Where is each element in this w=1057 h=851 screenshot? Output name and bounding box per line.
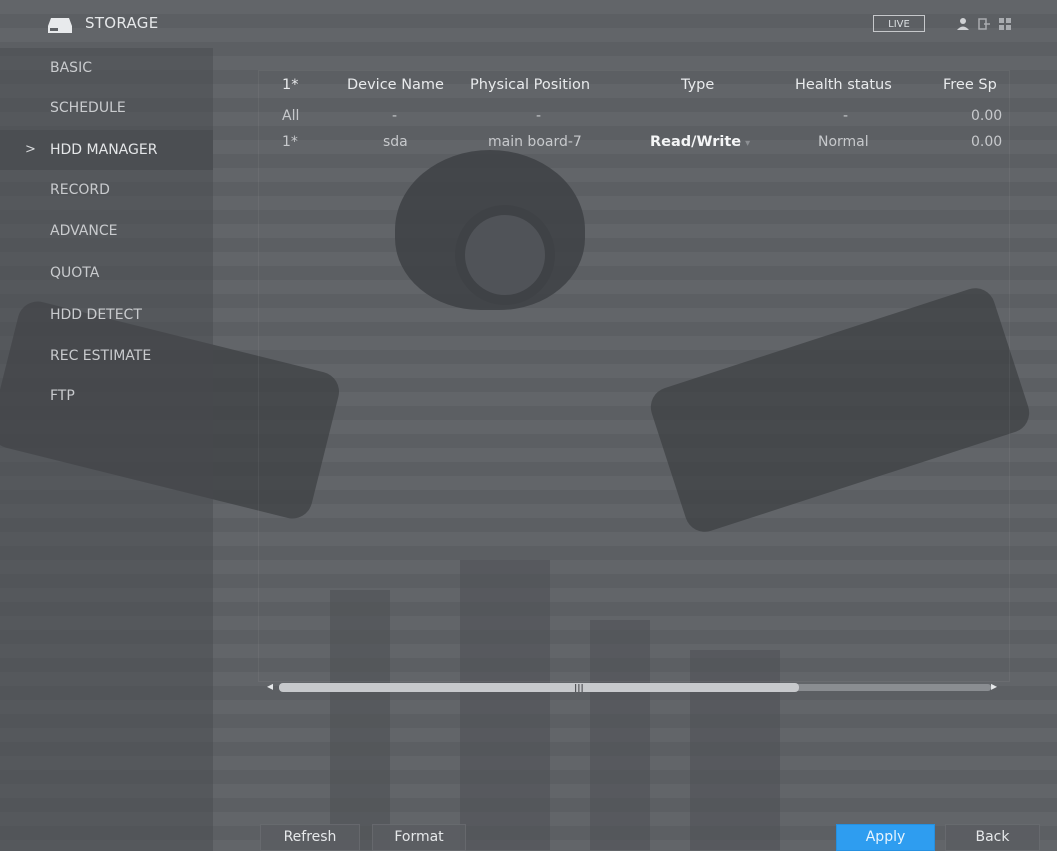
storage-window: STORAGE LIVE BASIC SCHEDULE > HDD MANAGE… (0, 0, 1057, 851)
row-physical-position: - (536, 108, 542, 124)
sidebar: BASIC SCHEDULE > HDD MANAGER RECORD ADVA… (0, 48, 213, 851)
chevron-right-icon: > (25, 142, 36, 157)
scrollbar-thumb[interactable]: III (279, 682, 799, 695)
scrollbar-grip: III (574, 682, 584, 695)
row-device-name: sda (383, 134, 408, 150)
apply-button[interactable]: Apply (836, 824, 935, 851)
sidebar-item-ftp[interactable]: FTP (0, 376, 213, 416)
sidebar-item-label: HDD MANAGER (50, 142, 158, 158)
live-button[interactable]: LIVE (873, 15, 925, 32)
sidebar-item-label: REC ESTIMATE (50, 348, 152, 364)
format-button[interactable]: Format (372, 824, 466, 851)
row-free-space: 0.00 (971, 108, 1003, 124)
row-id: 1* (282, 134, 298, 150)
chevron-down-icon: ▾ (745, 138, 751, 149)
scroll-left-arrow-icon[interactable]: ◂ (267, 679, 273, 693)
row-physical-position: main board-7 (488, 134, 582, 150)
scroll-right-arrow-icon[interactable]: ▸ (991, 679, 997, 693)
logout-icon[interactable] (976, 16, 992, 32)
grid-icon[interactable] (997, 16, 1013, 32)
sidebar-item-advance[interactable]: ADVANCE (0, 211, 213, 251)
sidebar-item-basic[interactable]: BASIC (0, 48, 213, 88)
row-device-name: - (392, 108, 398, 124)
sidebar-item-hdd-manager[interactable]: > HDD MANAGER (0, 130, 213, 170)
sidebar-item-rec-estimate[interactable]: REC ESTIMATE (0, 336, 213, 376)
hdd-table: 1* Device Name Physical Position Type He… (258, 70, 1010, 682)
column-header-index[interactable]: 1* (282, 77, 298, 93)
sidebar-item-hdd-detect[interactable]: HDD DETECT (0, 295, 213, 335)
horizontal-scrollbar[interactable]: ◂ III ▸ (265, 678, 1005, 698)
sidebar-item-quota[interactable]: QUOTA (0, 253, 213, 293)
page-title: STORAGE (85, 14, 159, 32)
column-header-health-status: Health status (795, 77, 892, 93)
sidebar-item-schedule[interactable]: SCHEDULE (0, 88, 213, 128)
column-header-free-space: Free Sp (943, 77, 997, 93)
row-free-space: 0.00 (971, 134, 1003, 150)
sidebar-item-label: HDD DETECT (50, 307, 142, 323)
back-button[interactable]: Back (945, 824, 1040, 851)
row-health-status: - (843, 108, 849, 124)
sidebar-item-label: BASIC (50, 60, 92, 76)
column-header-physical-position: Physical Position (470, 77, 591, 93)
sidebar-item-label: ADVANCE (50, 223, 118, 239)
refresh-button[interactable]: Refresh (260, 824, 360, 851)
sidebar-item-record[interactable]: RECORD (0, 170, 213, 210)
type-dropdown[interactable]: Read/Write ▾ (650, 134, 750, 150)
row-id: All (282, 108, 300, 124)
row-health-status: Normal (818, 134, 869, 150)
storage-icon (48, 18, 72, 33)
type-dropdown-value: Read/Write (650, 134, 742, 150)
sidebar-item-label: SCHEDULE (50, 100, 126, 116)
sidebar-item-label: QUOTA (50, 265, 100, 281)
column-header-device-name: Device Name (347, 77, 444, 93)
sidebar-item-label: FTP (50, 388, 75, 404)
header-bar: STORAGE LIVE (0, 0, 1057, 48)
user-icon[interactable] (955, 16, 971, 32)
column-header-type: Type (681, 77, 715, 93)
sidebar-item-label: RECORD (50, 182, 110, 198)
